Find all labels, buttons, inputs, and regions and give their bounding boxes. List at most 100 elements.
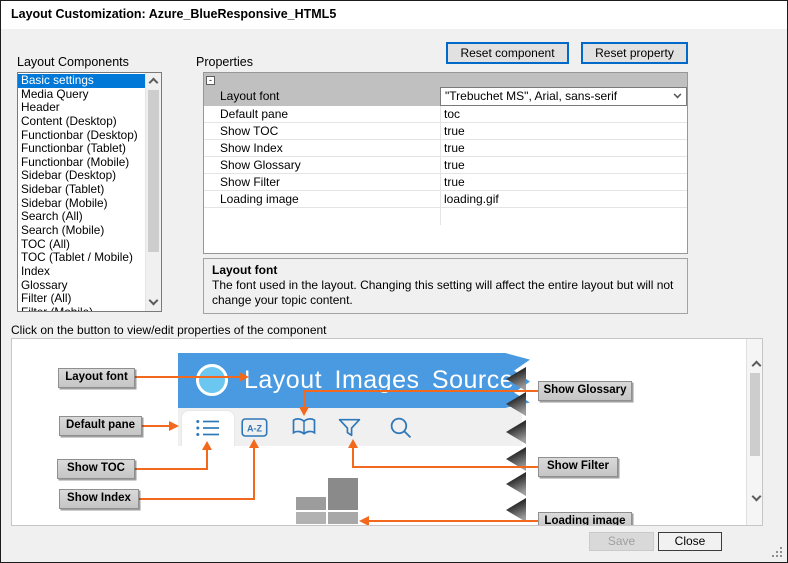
close-button[interactable]: Close [658, 532, 722, 551]
svg-text:A-Z: A-Z [247, 424, 262, 434]
loading-image-block [296, 512, 326, 524]
arrow-down-icon [299, 407, 309, 416]
torn-edge-triangle [506, 472, 526, 496]
default-pane-callout-button[interactable]: Default pane [59, 416, 142, 436]
list-item-glossary[interactable]: Glossary [18, 279, 145, 293]
list-item-functionbar-tablet[interactable]: Functionbar (Tablet) [18, 142, 145, 156]
list-item-media-query[interactable]: Media Query [18, 88, 145, 102]
scroll-up-icon[interactable] [749, 357, 760, 369]
layout-preview-panel: Layout Images Source A-Z [11, 338, 763, 526]
layout-font-combobox[interactable]: "Trebuchet MS", Arial, sans-serif [440, 87, 687, 106]
loading-image-block [296, 497, 326, 510]
scroll-down-icon[interactable] [146, 295, 161, 310]
property-name: Show Glossary [220, 157, 301, 173]
layout-font-callout-button[interactable]: Layout font [58, 368, 135, 388]
reset-component-button[interactable]: Reset component [446, 42, 569, 64]
list-item-search-all[interactable]: Search (All) [18, 210, 145, 224]
collapse-category-button[interactable]: - [206, 76, 215, 85]
list-item-filter-mobile[interactable]: Filter (Mobile) [18, 306, 145, 312]
properties-label: Properties [196, 55, 253, 69]
save-button[interactable]: Save [589, 532, 654, 551]
list-item-search-mobile[interactable]: Search (Mobile) [18, 224, 145, 238]
title-bar: Layout Customization: Azure_BlueResponsi… [1, 1, 787, 29]
list-item-toc-tablet-mobile[interactable]: TOC (Tablet / Mobile) [18, 251, 145, 265]
property-row-default-pane[interactable]: Default pane toc [204, 106, 687, 123]
resize-grip[interactable] [771, 547, 782, 558]
preview-scrollbar[interactable] [746, 339, 762, 525]
combobox-dropdown-button[interactable] [670, 88, 686, 105]
list-item-toc-all[interactable]: TOC (All) [18, 238, 145, 252]
scroll-up-icon[interactable] [146, 74, 161, 89]
property-name: Show Index [220, 140, 283, 156]
list-item-basic-settings[interactable]: Basic settings [18, 74, 145, 88]
list-item-functionbar-desktop[interactable]: Functionbar (Desktop) [18, 129, 145, 143]
arrow-up-icon [348, 439, 358, 448]
list-item-sidebar-mobile[interactable]: Sidebar (Mobile) [18, 197, 145, 211]
connector-show-toc [206, 449, 208, 470]
reset-property-button[interactable]: Reset property [581, 42, 688, 64]
property-value: true [444, 123, 465, 139]
show-index-callout-button[interactable]: Show Index [59, 489, 139, 509]
property-value: true [444, 157, 465, 173]
connector-show-toc [134, 468, 208, 470]
preview-hint-text: Click on the button to view/edit propert… [11, 323, 327, 337]
list-item-header[interactable]: Header [18, 101, 145, 115]
layout-components-label: Layout Components [17, 55, 129, 69]
connector-show-filter [353, 466, 539, 468]
window-title: Layout Customization: Azure_BlueResponsi… [11, 7, 336, 21]
connector-loading-image [369, 520, 539, 522]
show-glossary-callout-button[interactable]: Show Glossary [538, 381, 632, 401]
property-name: Show Filter [220, 174, 280, 190]
list-item-functionbar-mobile[interactable]: Functionbar (Mobile) [18, 156, 145, 170]
property-value: toc [444, 106, 460, 122]
property-value: true [444, 174, 465, 190]
connector-show-index [253, 447, 255, 500]
property-row-show-toc[interactable]: Show TOC true [204, 123, 687, 140]
list-item-content-desktop[interactable]: Content (Desktop) [18, 115, 145, 129]
property-name: Default pane [220, 106, 288, 122]
scroll-down-icon[interactable] [749, 491, 760, 500]
layout-customization-dialog: Layout Customization: Azure_BlueResponsi… [0, 0, 788, 563]
filter-icon [338, 418, 364, 440]
property-row-show-index[interactable]: Show Index true [204, 140, 687, 157]
preview-scrollbar-thumb[interactable] [750, 373, 760, 456]
list-scrollbar-thumb[interactable] [148, 90, 159, 252]
loading-image-block [328, 478, 358, 510]
property-grid: - Layout font "Trebuchet MS", Arial, san… [203, 72, 688, 254]
connector-show-glossary [303, 390, 305, 407]
property-value: loading.gif [444, 191, 499, 207]
banner-title: Layout Images Source [244, 353, 514, 408]
list-item-index[interactable]: Index [18, 265, 145, 279]
property-name: Loading image [220, 191, 299, 207]
show-toc-callout-button[interactable]: Show TOC [57, 459, 135, 479]
toc-icon [195, 418, 221, 440]
property-row-layout-font[interactable]: Layout font "Trebuchet MS", Arial, sans-… [204, 87, 687, 106]
description-title: Layout font [212, 263, 679, 277]
loading-image-callout-button[interactable]: Loading image [538, 512, 632, 526]
arrow-up-icon [249, 439, 259, 448]
property-description-box: Layout font The font used in the layout.… [203, 258, 688, 314]
list-scrollbar[interactable] [145, 73, 161, 311]
connector-show-glossary [303, 390, 539, 392]
property-row-loading-image[interactable]: Loading image loading.gif [204, 191, 687, 208]
property-row-show-filter[interactable]: Show Filter true [204, 174, 687, 191]
property-category-band: - [204, 73, 687, 87]
list-item-filter-all[interactable]: Filter (All) [18, 292, 145, 306]
arrow-right-icon [239, 372, 249, 382]
torn-edge-triangle [506, 498, 526, 522]
description-body: The font used in the layout. Changing th… [212, 278, 679, 307]
property-value: true [444, 140, 465, 156]
list-item-sidebar-tablet[interactable]: Sidebar (Tablet) [18, 183, 145, 197]
property-row-show-glossary[interactable]: Show Glossary true [204, 157, 687, 174]
show-filter-callout-button[interactable]: Show Filter [538, 457, 618, 477]
combobox-value: "Trebuchet MS", Arial, sans-serif [445, 88, 617, 105]
list-item-sidebar-desktop[interactable]: Sidebar (Desktop) [18, 169, 145, 183]
property-name: Layout font [220, 87, 279, 106]
index-icon: A-Z [241, 417, 267, 439]
glossary-icon [291, 417, 317, 439]
layout-components-list: Basic settings Media Query Header Conten… [17, 72, 162, 312]
connector-default-pane [141, 425, 169, 427]
search-icon [389, 416, 415, 438]
preview-banner: Layout Images Source [178, 353, 530, 408]
property-name: Show TOC [220, 123, 278, 139]
